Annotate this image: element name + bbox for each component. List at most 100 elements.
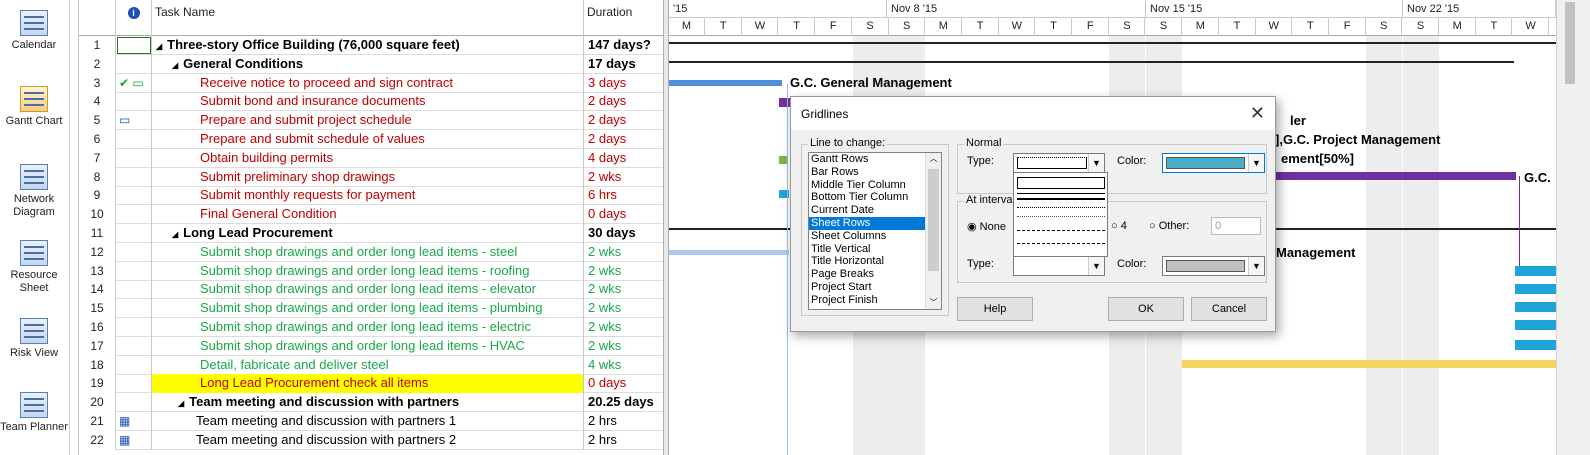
line-option[interactable]: Sheet Rows xyxy=(809,216,941,230)
task-row[interactable]: 21 ▦ Team meeting and discussion with part… xyxy=(79,412,664,431)
collapse-icon[interactable]: ◢ xyxy=(172,230,178,239)
duration-cell[interactable]: 2 days xyxy=(584,111,664,130)
line-option[interactable]: Title Vertical xyxy=(809,243,941,256)
row-id[interactable]: 5 xyxy=(79,111,116,131)
duration-cell[interactable]: 17 days xyxy=(584,55,664,74)
line-option-dash[interactable] xyxy=(1017,230,1105,231)
indicator-cell[interactable] xyxy=(116,54,152,74)
indicator-cell[interactable] xyxy=(116,318,152,337)
duration-cell[interactable]: 2 wks xyxy=(584,337,664,356)
row-id[interactable]: 12 xyxy=(79,242,116,262)
indicator-cell[interactable] xyxy=(116,205,152,225)
duration-cell[interactable]: 4 days xyxy=(584,149,664,168)
row-id[interactable]: 15 xyxy=(79,299,116,319)
duration-header[interactable]: Duration xyxy=(584,0,664,36)
row-id[interactable]: 7 xyxy=(79,148,116,168)
task-bar[interactable] xyxy=(1269,172,1516,180)
task-row[interactable]: 15 Submit shop drawings and order long le… xyxy=(79,299,664,319)
row-id[interactable]: 16 xyxy=(79,318,116,337)
row-id[interactable]: 22 xyxy=(79,430,116,450)
row-id[interactable]: 17 xyxy=(79,336,116,356)
line-type-dropdown[interactable] xyxy=(1013,172,1108,257)
view-network-diagram[interactable]: Network Diagram xyxy=(0,164,68,219)
row-id[interactable]: 4 xyxy=(79,92,116,112)
task-row[interactable]: 16 Submit shop drawings and order long le… xyxy=(79,318,664,337)
task-name-cell[interactable]: Submit shop drawings and order long lead… xyxy=(152,318,584,337)
line-option[interactable]: Project Finish xyxy=(809,294,941,307)
scrollbar-thumb[interactable] xyxy=(1565,2,1575,84)
row-id[interactable]: 1 xyxy=(79,36,116,55)
task-name-cell[interactable]: Detail, fabricate and deliver steel xyxy=(152,355,584,375)
view-gantt-chart[interactable]: Gantt Chart xyxy=(0,86,68,128)
indicator-cell[interactable] xyxy=(116,261,152,281)
indicator-cell[interactable] xyxy=(116,186,152,206)
duration-cell[interactable]: 2 wks xyxy=(584,243,664,262)
view-risk-view[interactable]: Risk View xyxy=(0,318,68,360)
task-name-cell[interactable]: Submit monthly requests for payment xyxy=(152,186,584,206)
view-calendar[interactable]: Calendar xyxy=(0,10,68,52)
duration-cell[interactable]: 147 days? xyxy=(584,36,664,55)
task-row[interactable]: 17 Submit shop drawings and order long le… xyxy=(79,336,664,356)
list-scroll-thumb[interactable] xyxy=(928,169,939,271)
row-id[interactable]: 11 xyxy=(79,224,116,243)
duration-cell[interactable]: 2 wks xyxy=(584,280,664,299)
task-row[interactable]: 6 Prepare and submit schedule of values 2 … xyxy=(79,130,664,149)
task-row[interactable]: 12 Submit shop drawings and order long le… xyxy=(79,242,664,262)
indicator-cell[interactable] xyxy=(116,130,152,149)
task-bar[interactable] xyxy=(1515,302,1556,312)
duration-cell[interactable]: 0 days xyxy=(584,205,664,224)
line-to-change-list[interactable]: Gantt Rows Bar Rows Middle Tier Column Bott… xyxy=(808,152,942,310)
task-row[interactable]: 18 Detail, fabricate and deliver steel 4 w… xyxy=(79,355,664,375)
line-option[interactable]: Middle Tier Column xyxy=(809,179,941,192)
task-row[interactable]: 22 ▦ Team meeting and discussion with part… xyxy=(79,430,664,450)
task-name-cell[interactable]: Team meeting and discussion with partner… xyxy=(152,430,584,450)
duration-cell[interactable]: 3 days xyxy=(584,74,664,93)
task-row[interactable]: 5 ▭ Prepare and submit project schedule 2 d… xyxy=(79,111,664,131)
indicator-cell[interactable]: ▦ xyxy=(116,412,152,431)
view-team-planner[interactable]: Team Planner xyxy=(0,392,68,434)
line-option[interactable]: Bar Rows xyxy=(809,166,941,179)
line-option-none[interactable] xyxy=(1017,177,1105,189)
row-id[interactable]: 20 xyxy=(79,393,116,413)
task-row[interactable]: 3 ✔ ▭ Receive notice to proceed and sign c… xyxy=(79,73,664,93)
task-row[interactable]: 7 Obtain building permits 4 days xyxy=(79,148,664,168)
indicator-cell[interactable] xyxy=(116,299,152,319)
line-option-small-dash[interactable] xyxy=(1017,216,1105,217)
task-bar[interactable] xyxy=(669,250,789,255)
row-id[interactable]: 19 xyxy=(79,374,116,394)
duration-cell[interactable]: 2 wks xyxy=(584,299,664,318)
line-option-thick[interactable] xyxy=(1017,198,1105,200)
scroll-up-icon[interactable]: ︿ xyxy=(926,153,941,165)
duration-cell[interactable]: 2 hrs xyxy=(584,431,664,450)
task-row[interactable]: 1 ◢ Three-story Office Building (76,000 sq… xyxy=(79,36,664,55)
row-id[interactable]: 18 xyxy=(79,355,116,375)
four-radio[interactable]: ○ 4 xyxy=(1111,220,1127,232)
collapse-icon[interactable]: ◢ xyxy=(178,399,184,408)
duration-cell[interactable]: 0 days xyxy=(584,374,664,393)
summary-bar[interactable] xyxy=(669,42,1556,44)
indicator-cell[interactable] xyxy=(116,355,152,375)
duration-cell[interactable]: 2 wks xyxy=(584,168,664,187)
indicator-cell[interactable] xyxy=(116,374,152,394)
indicator-cell[interactable]: ▭ xyxy=(116,111,152,131)
indicator-cell[interactable] xyxy=(116,36,152,55)
task-bar[interactable] xyxy=(1515,320,1556,330)
collapse-icon[interactable]: ◢ xyxy=(156,42,162,51)
indicators-header[interactable]: i xyxy=(116,0,152,36)
line-option[interactable]: Current Date xyxy=(809,204,941,217)
cancel-button[interactable]: Cancel xyxy=(1191,297,1267,321)
row-id[interactable]: 9 xyxy=(79,186,116,206)
task-name-cell[interactable]: ◢ Three-story Office Building (76,000 squ… xyxy=(152,36,584,55)
collapse-icon[interactable]: ◢ xyxy=(172,61,178,70)
help-button[interactable]: Help xyxy=(957,297,1033,321)
view-resource-sheet[interactable]: Resource Sheet xyxy=(0,240,68,295)
task-row[interactable]: 2 ◢ General Conditions 17 days xyxy=(79,54,664,74)
task-name-cell[interactable]: Submit shop drawings and order long lead… xyxy=(152,299,584,319)
ok-button[interactable]: OK xyxy=(1108,297,1184,321)
duration-cell[interactable]: 2 days xyxy=(584,130,664,149)
task-row[interactable]: 19 Long Lead Procurement check all items 0… xyxy=(79,374,664,394)
duration-cell[interactable]: 2 hrs xyxy=(584,412,664,431)
chevron-down-icon[interactable]: ▼ xyxy=(1248,257,1264,275)
link-line[interactable] xyxy=(1519,176,1520,266)
duration-cell[interactable]: 20.25 days xyxy=(584,393,664,412)
